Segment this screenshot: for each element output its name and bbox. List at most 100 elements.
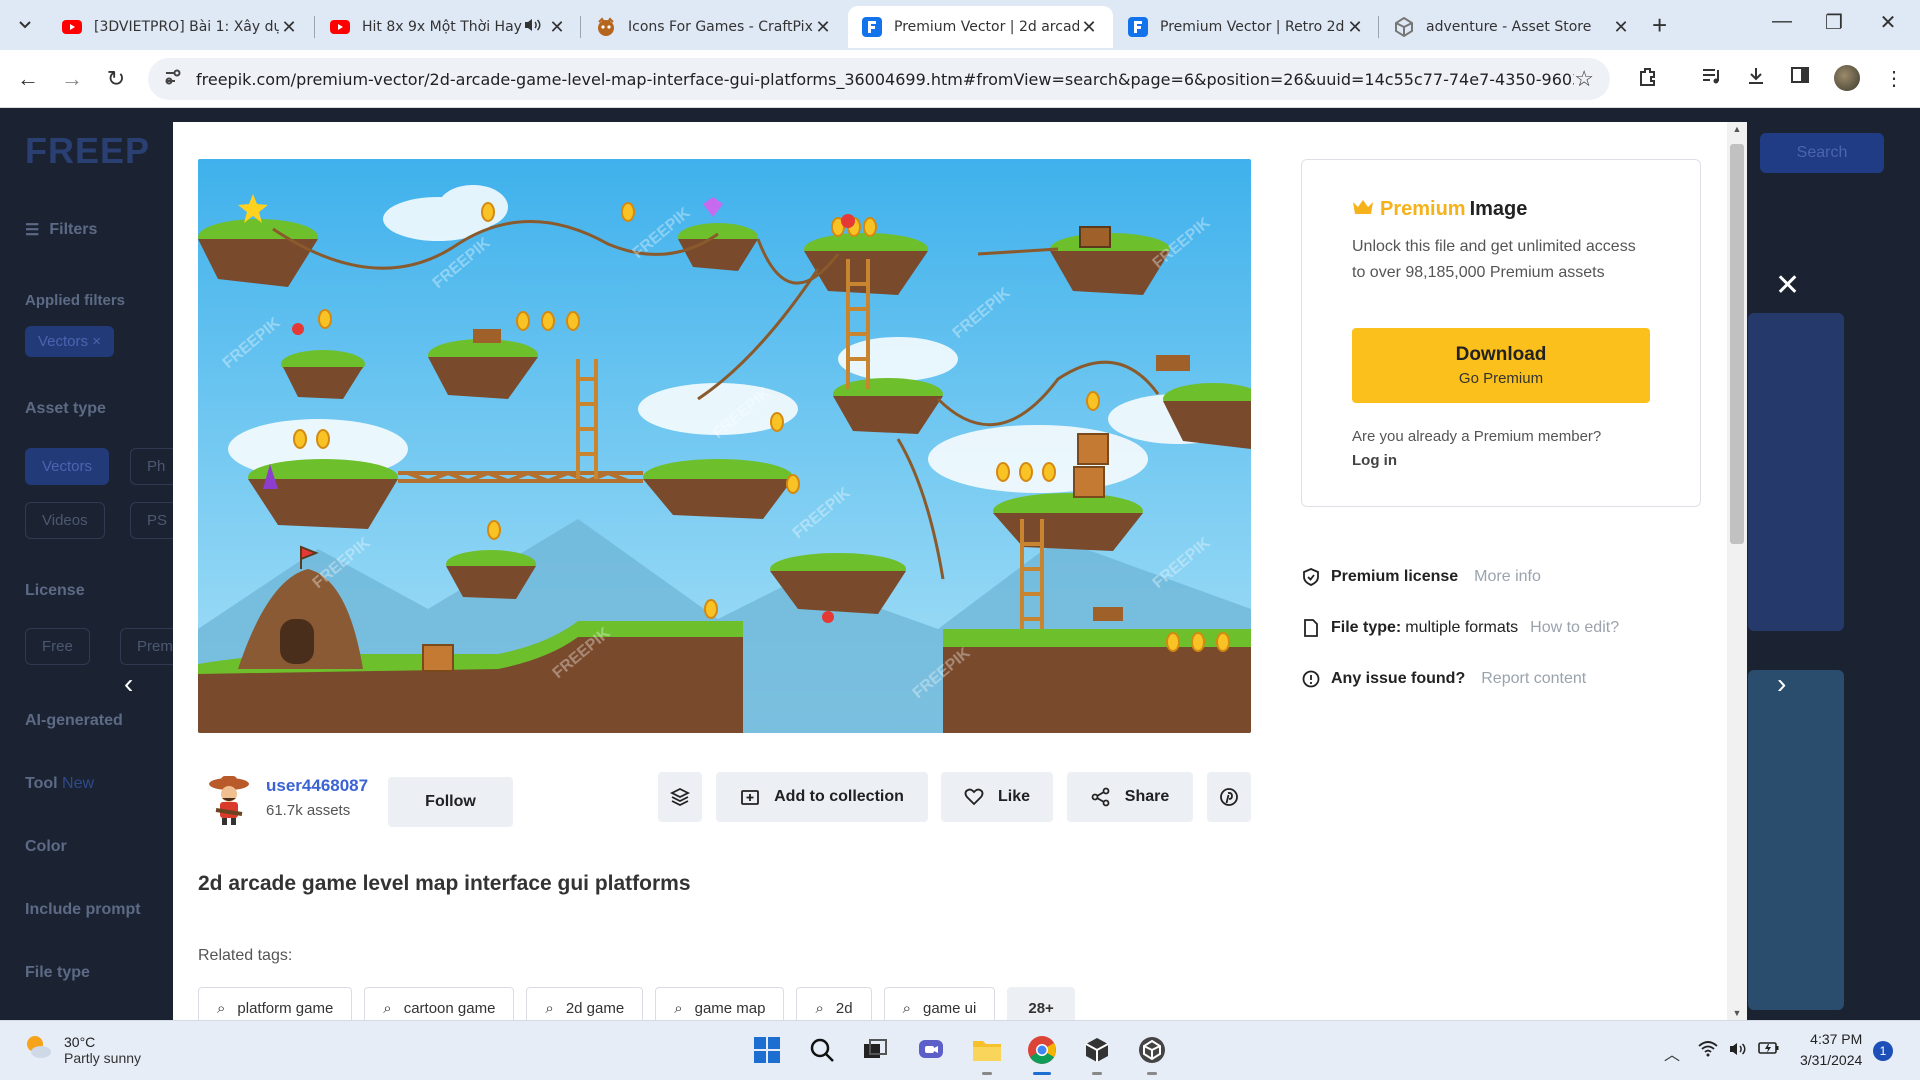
tab-title: adventure - Asset Store (1426, 19, 1592, 35)
url-text: freepik.com/premium-vector/2d-arcade-gam… (196, 69, 1575, 89)
side-panel-icon[interactable] (1786, 66, 1814, 90)
pinterest-button[interactable] (1207, 772, 1251, 822)
downloads-icon[interactable] (1742, 66, 1770, 92)
minimize-button[interactable]: — (1762, 10, 1802, 33)
scrollbar-thumb[interactable] (1730, 144, 1744, 544)
taskbar-search-button[interactable] (805, 1033, 839, 1067)
forward-button[interactable]: → (58, 66, 86, 92)
back-button[interactable]: ← (14, 66, 42, 92)
tab-3dvietpro[interactable]: [3DVIETPRO] Bài 1: Xây dự ✕ (48, 6, 313, 48)
license-free: Free (25, 628, 90, 665)
tab-premium-vector-2d-arcade[interactable]: Premium Vector | 2d arcad ✕ (848, 6, 1113, 48)
show-hidden-icons-button[interactable]: ︿ (1664, 1041, 1680, 1065)
author-avatar[interactable] (208, 774, 250, 826)
windows-icon (754, 1037, 780, 1063)
next-asset-button[interactable]: › (1777, 668, 1786, 700)
running-indicator (1092, 1072, 1102, 1075)
chrome-button[interactable] (1025, 1033, 1059, 1075)
like-button[interactable]: Like (941, 772, 1053, 822)
bookmark-star-icon[interactable]: ☆ (1574, 66, 1594, 92)
unity-icon (1394, 17, 1414, 37)
extensions-icon[interactable] (1634, 66, 1662, 94)
task-view-button[interactable] (858, 1033, 892, 1067)
bg-thumbnail (1748, 313, 1844, 631)
premium-panel: Premium Image Unlock this file and get u… (1301, 159, 1701, 507)
start-button[interactable] (750, 1033, 784, 1067)
modal-scrollbar[interactable]: ▲ ▼ (1727, 122, 1747, 1020)
how-to-edit-link[interactable]: How to edit? (1530, 619, 1619, 637)
follow-button[interactable]: Follow (388, 777, 513, 827)
unity-hub-button[interactable] (1080, 1033, 1114, 1075)
close-window-button[interactable]: ✕ (1868, 10, 1908, 35)
tag-platform-game[interactable]: ⌕ platform game (198, 987, 353, 1020)
related-tags-label: Related tags: (198, 947, 293, 964)
maximize-button[interactable]: ❐ (1814, 10, 1854, 35)
tab-title: Hit 8x 9x Một Thời Hay (362, 19, 522, 35)
address-bar[interactable]: freepik.com/premium-vector/2d-arcade-gam… (148, 58, 1610, 100)
weather-widget[interactable]: 30°C Partly sunny (22, 1031, 141, 1068)
reload-button[interactable]: ↻ (102, 66, 130, 92)
search-icon: ⌕ (674, 999, 683, 1017)
alert-circle-icon (1301, 670, 1321, 688)
tag-game-ui[interactable]: ⌕ game ui (883, 987, 996, 1020)
tag-2d-game[interactable]: ⌕ 2d game (526, 987, 644, 1020)
asset-type-label: Asset type (25, 400, 106, 417)
freepik-icon (1128, 17, 1148, 37)
tab-title: Premium Vector | Retro 2d (1160, 19, 1345, 35)
close-tab-icon[interactable]: ✕ (279, 17, 299, 38)
add-to-collection-button[interactable]: Add to collection (716, 772, 928, 822)
unity-editor-button[interactable] (1135, 1033, 1169, 1075)
teams-chat-button[interactable] (914, 1033, 948, 1067)
add-to-collection-label: Add to collection (774, 788, 904, 805)
battery-icon[interactable] (1758, 1041, 1780, 1060)
tab-craftpix[interactable]: Icons For Games - CraftPix ✕ (582, 6, 847, 48)
premium-title: Premium Image (1352, 198, 1527, 221)
asset-detail-modal: FREEPIK FREEPIK FREEPIK FREEPIK FREEPIK … (173, 122, 1747, 1020)
more-info-link[interactable]: More info (1474, 568, 1541, 586)
wifi-icon[interactable] (1698, 1041, 1718, 1062)
close-tab-icon[interactable]: ✕ (813, 17, 833, 38)
browser-menu-icon[interactable]: ⋮ (1880, 66, 1908, 91)
tag-2d[interactable]: ⌕ 2d (796, 987, 872, 1020)
report-content-link[interactable]: Report content (1481, 670, 1586, 688)
close-tab-icon[interactable]: ✕ (1611, 17, 1631, 38)
already-member-text: Are you already a Premium member? (1352, 428, 1602, 445)
system-clock[interactable]: 4:37 PM 3/31/2024 (1800, 1029, 1862, 1071)
share-icon (1091, 787, 1111, 807)
close-modal-button[interactable]: ✕ (1775, 268, 1800, 303)
media-control-icon[interactable] (1698, 66, 1726, 92)
author-name-link[interactable]: user4468087 (266, 776, 368, 796)
page-viewport: FREEP Search ☰ Filters Applied filters Ve… (0, 108, 1920, 1020)
search-icon: ⌕ (545, 999, 554, 1017)
volume-icon[interactable] (1728, 1041, 1748, 1062)
youtube-icon (330, 17, 350, 37)
tag-game-map[interactable]: ⌕ game map (655, 987, 785, 1020)
tab-premium-vector-retro-2d[interactable]: Premium Vector | Retro 2d ✕ (1114, 6, 1379, 48)
tag-cartoon-game[interactable]: ⌕ cartoon game (364, 987, 515, 1020)
site-info-icon[interactable] (164, 68, 182, 91)
tab-title: Icons For Games - CraftPix (628, 19, 813, 35)
tab-search-button[interactable] (10, 10, 40, 40)
audio-playing-icon[interactable] (523, 17, 541, 37)
bg-thumbnail (1748, 670, 1844, 1010)
share-button[interactable]: Share (1067, 772, 1193, 822)
previous-asset-button[interactable]: ‹ (124, 668, 133, 700)
close-tab-icon[interactable]: ✕ (1079, 17, 1099, 38)
file-explorer-button[interactable] (970, 1033, 1004, 1075)
new-tab-button[interactable]: + (1652, 10, 1667, 41)
close-tab-icon[interactable]: ✕ (547, 17, 567, 38)
download-button[interactable]: Download Go Premium (1352, 328, 1650, 403)
craftpix-icon (596, 17, 616, 37)
login-link[interactable]: Log in (1352, 452, 1397, 469)
chevron-down-icon (19, 21, 31, 29)
profile-avatar[interactable] (1834, 65, 1860, 91)
more-tags-button[interactable]: 28+ (1007, 987, 1075, 1020)
search-icon: ⌕ (383, 999, 392, 1017)
notification-badge[interactable]: 1 (1873, 1041, 1893, 1061)
tab-hit-8x-9x[interactable]: Hit 8x 9x Một Thời Hay ✕ (316, 6, 581, 48)
crown-icon (1352, 198, 1374, 221)
folder-icon (973, 1041, 1001, 1061)
close-tab-icon[interactable]: ✕ (1345, 17, 1365, 38)
tab-asset-store[interactable]: adventure - Asset Store ✕ (1380, 6, 1645, 48)
layers-button[interactable] (658, 772, 702, 822)
